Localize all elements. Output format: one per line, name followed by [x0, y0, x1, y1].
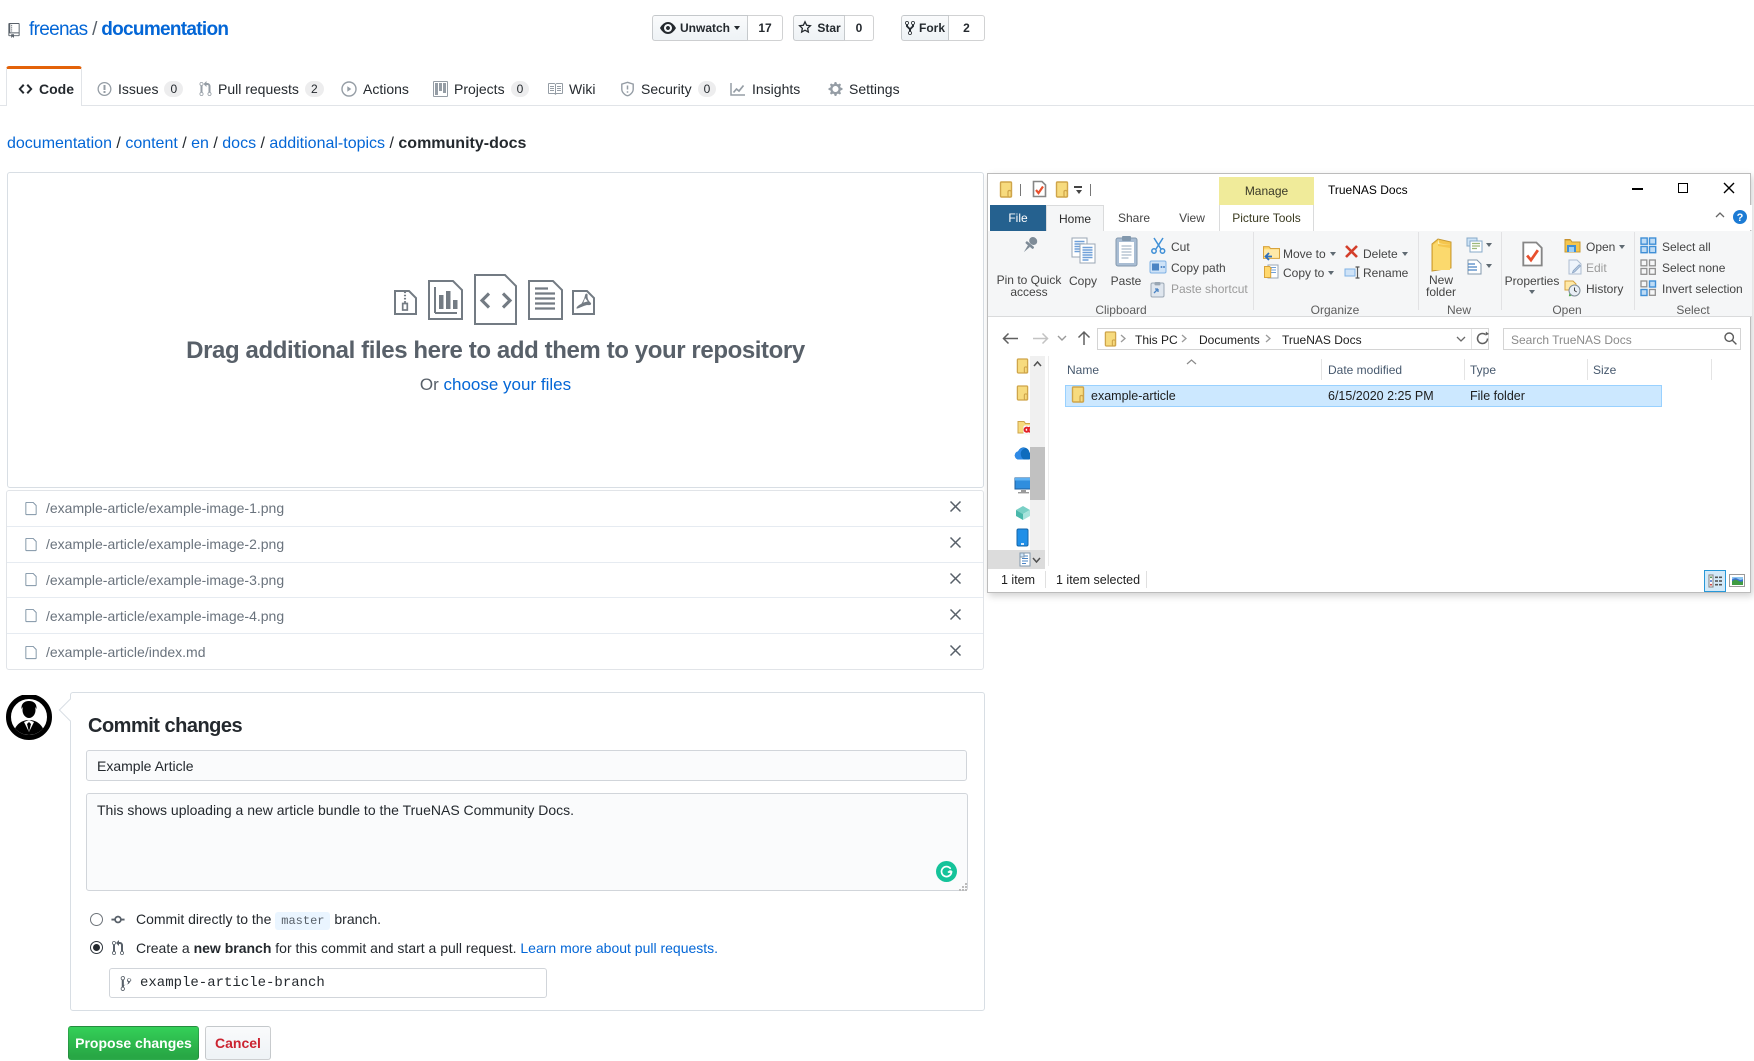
svg-text:?: ?	[1737, 212, 1744, 224]
